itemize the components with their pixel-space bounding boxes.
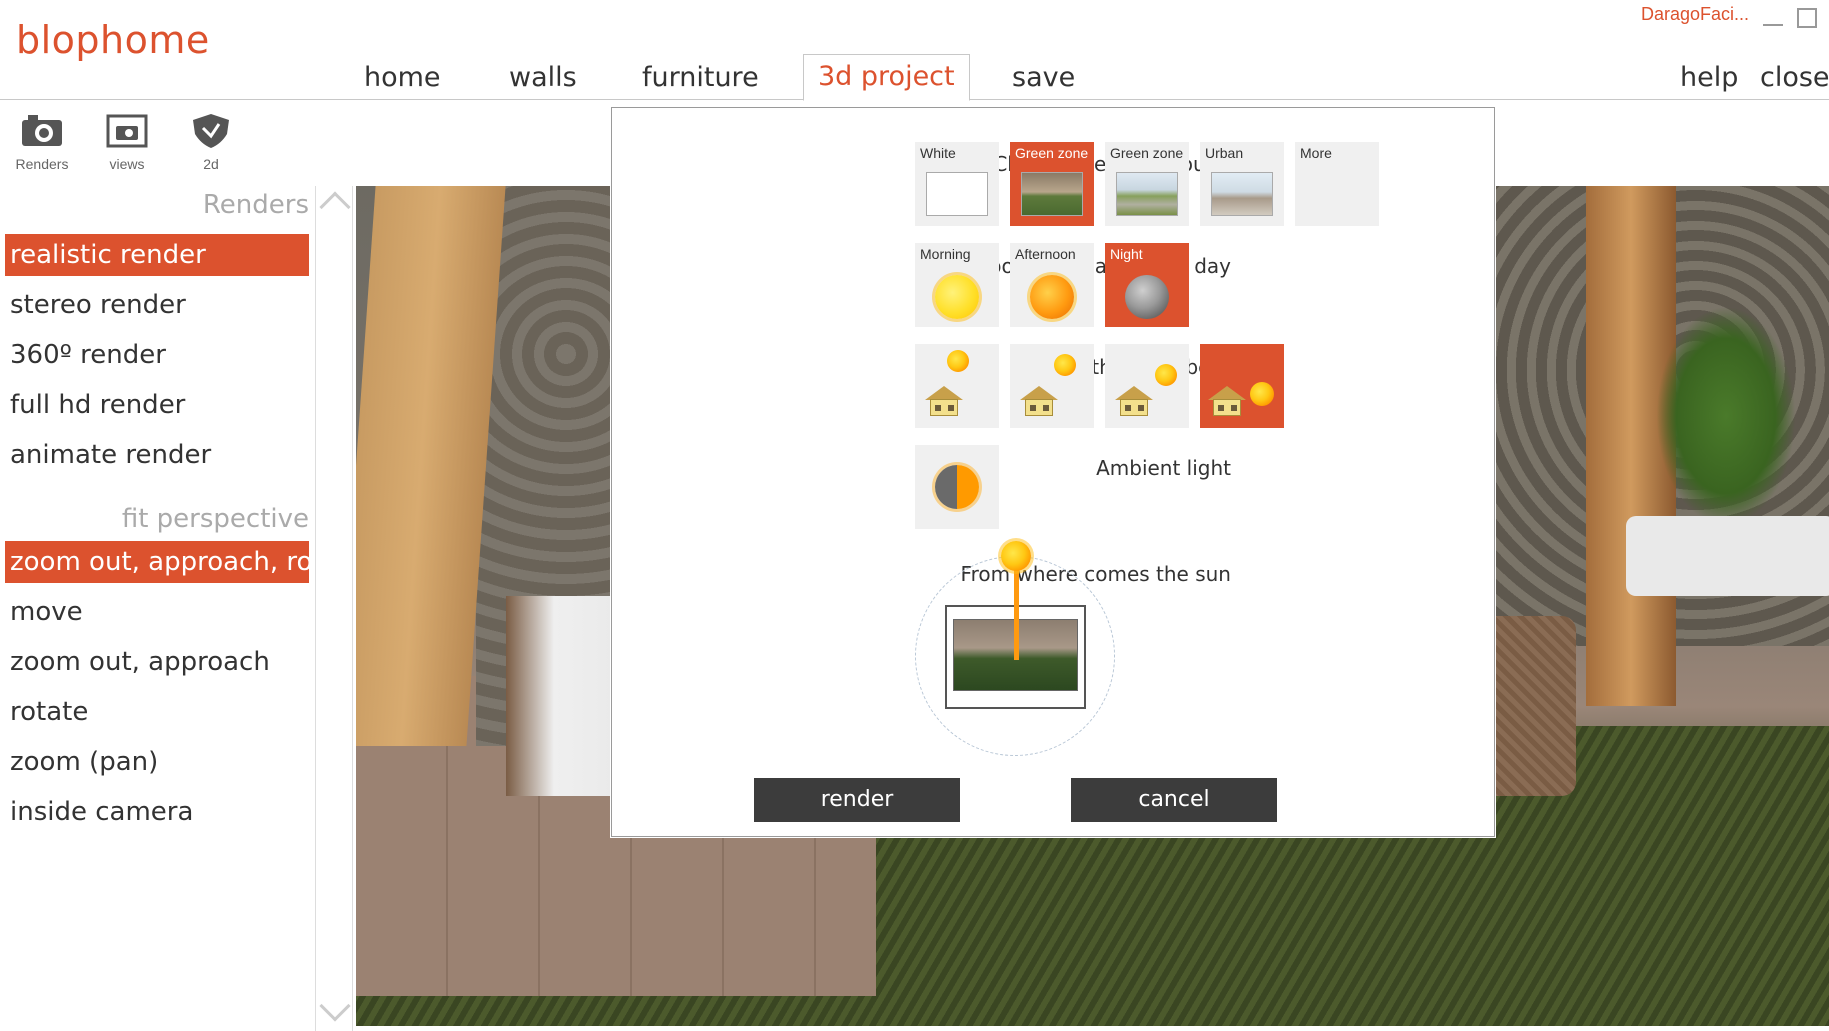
afternoon-sun-icon: [1030, 275, 1074, 319]
main-nav: home walls furniture 3d project save hel…: [0, 52, 1829, 101]
solar-bent-horizon[interactable]: [1200, 344, 1284, 428]
background-green-zone-1[interactable]: Green zone: [1010, 142, 1094, 226]
menu-zoom-approach[interactable]: zoom out, approach: [5, 641, 309, 683]
minimize-icon[interactable]: [1763, 8, 1783, 26]
background-white[interactable]: White: [915, 142, 999, 226]
background-more[interactable]: More: [1295, 142, 1379, 226]
moon-icon: [1125, 275, 1169, 319]
renders-section-title: Renders: [202, 190, 309, 220]
render-options-panel: Renders realistic render stereo render 3…: [0, 186, 315, 1031]
day-night[interactable]: Night: [1105, 243, 1189, 327]
renders-label: Renders: [15, 156, 69, 172]
background-green-zone-2[interactable]: Green zone: [1105, 142, 1189, 226]
solar-bent-high[interactable]: [1010, 344, 1094, 428]
house-icon: [925, 386, 963, 416]
day-morning[interactable]: Morning: [915, 243, 999, 327]
maximize-icon[interactable]: [1797, 8, 1817, 28]
house-icon: [1115, 386, 1153, 416]
nav-furniture[interactable]: furniture: [642, 56, 759, 100]
solar-bent-overhead[interactable]: [915, 344, 999, 428]
nav-close[interactable]: close: [1760, 56, 1829, 100]
menu-full-hd-render[interactable]: full hd render: [5, 384, 309, 426]
sun-direction-line: [1014, 566, 1019, 660]
nav-3d-project[interactable]: 3d project: [803, 54, 970, 101]
day-afternoon[interactable]: Afternoon: [1010, 243, 1094, 327]
morning-sun-icon: [935, 275, 979, 319]
menu-realistic-render[interactable]: realistic render: [5, 234, 309, 276]
menu-zoom-approach-rotate[interactable]: zoom out, approach, rotate: [5, 541, 309, 583]
sun-icon: [1250, 382, 1274, 406]
nav-walls[interactable]: walls: [509, 56, 577, 100]
cancel-button[interactable]: cancel: [1071, 778, 1277, 822]
user-name[interactable]: DaragoFaci...: [1641, 4, 1749, 25]
green-zone-thumbnail: [1021, 172, 1083, 216]
scroll-up-icon[interactable]: [319, 191, 351, 223]
2d-shield-icon: [189, 112, 233, 150]
sun-icon: [1054, 354, 1076, 376]
2d-label: 2d: [203, 156, 219, 172]
renders-tool[interactable]: Renders: [7, 112, 77, 172]
views-label: views: [109, 156, 145, 172]
ambient-label: Ambient light: [1096, 456, 1231, 480]
perspective-section-title: fit perspective: [121, 504, 309, 534]
camera-icon: [20, 112, 64, 150]
menu-inside-camera[interactable]: inside camera: [5, 791, 309, 833]
left-panel-scrollbar[interactable]: [315, 186, 353, 1031]
nav-help[interactable]: help: [1680, 56, 1738, 100]
sun-icon: [947, 350, 969, 372]
views-tool[interactable]: views: [92, 112, 162, 172]
background-urban[interactable]: Urban: [1200, 142, 1284, 226]
nav-home[interactable]: home: [364, 56, 441, 100]
2d-tool[interactable]: 2d: [176, 112, 246, 172]
house-icon: [1020, 386, 1058, 416]
menu-animate-render[interactable]: animate render: [5, 434, 309, 476]
day-label: Choose the part of the day: [962, 254, 1231, 278]
white-thumbnail: [926, 172, 988, 216]
menu-zoom-pan[interactable]: zoom (pan): [5, 741, 309, 783]
views-icon: [105, 112, 149, 150]
menu-stereo-render[interactable]: stereo render: [5, 284, 309, 326]
render-button[interactable]: render: [754, 778, 960, 822]
menu-move[interactable]: move: [5, 591, 309, 633]
menu-rotate[interactable]: rotate: [5, 691, 309, 733]
menu-360-render[interactable]: 360º render: [5, 334, 309, 376]
ambient-light-toggle[interactable]: [915, 445, 999, 529]
green-zone-road-thumbnail: [1116, 172, 1178, 216]
sun-handle-icon[interactable]: [1001, 541, 1031, 571]
solar-bent-low[interactable]: [1105, 344, 1189, 428]
scroll-down-icon[interactable]: [319, 990, 351, 1022]
ambient-light-icon: [935, 465, 979, 509]
nav-save[interactable]: save: [1012, 56, 1075, 100]
urban-thumbnail: [1211, 172, 1273, 216]
house-icon: [1208, 386, 1246, 416]
sun-icon: [1155, 364, 1177, 386]
